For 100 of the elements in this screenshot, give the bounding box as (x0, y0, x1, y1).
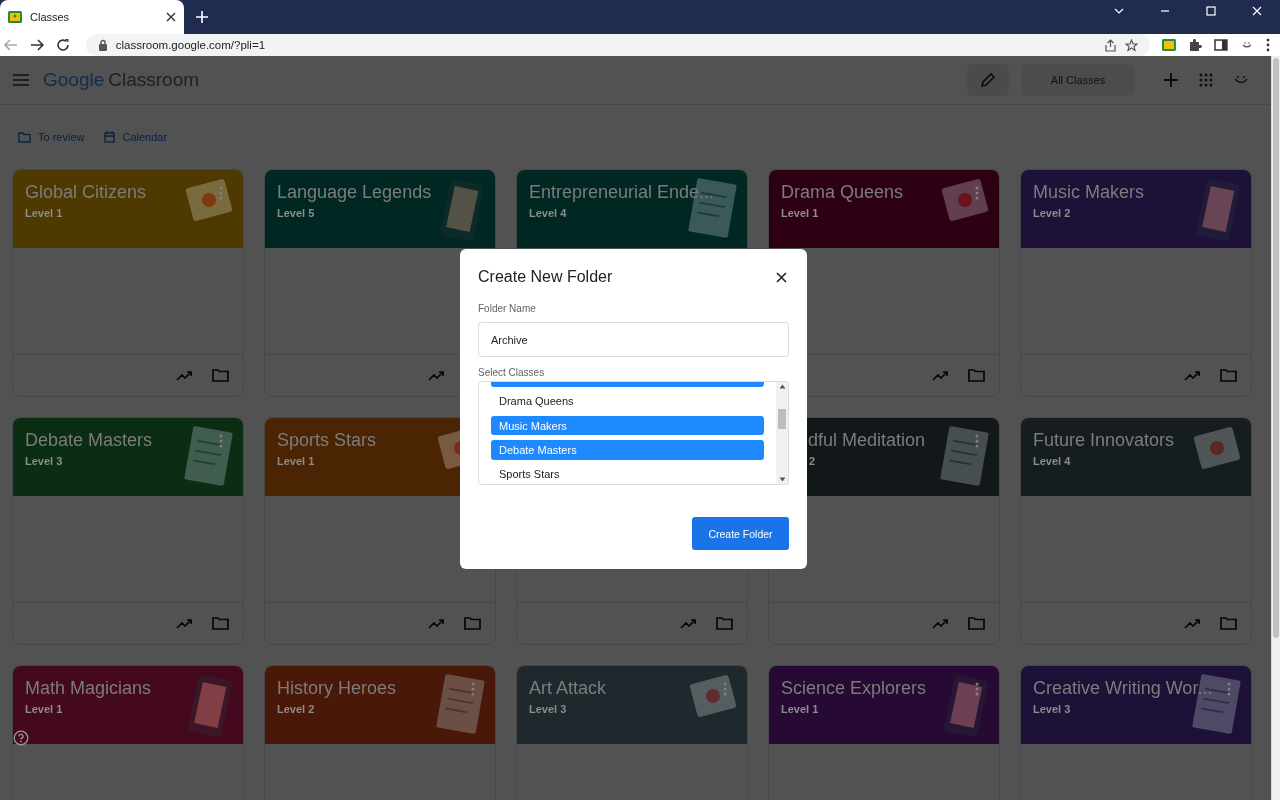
edit-button[interactable] (967, 64, 1009, 96)
lock-icon (97, 39, 108, 51)
folder-icon[interactable] (1220, 369, 1237, 382)
browser-tab[interactable]: Classes (0, 0, 184, 34)
folder-icon[interactable] (212, 369, 229, 382)
trending-up-icon[interactable] (176, 618, 192, 629)
page-scrollbar[interactable] (1271, 56, 1280, 800)
help-icon[interactable] (13, 730, 29, 746)
list-scrollbar[interactable] (776, 382, 788, 484)
card-header[interactable]: Music Makers Level 2 (1021, 170, 1251, 248)
new-tab-plus-icon[interactable] (196, 11, 208, 23)
folder-icon[interactable] (212, 617, 229, 630)
star-icon[interactable] (1125, 38, 1139, 52)
card-header[interactable]: Creative Writing Wor... Level 3 (1021, 666, 1251, 744)
class-option[interactable]: Drama Queens (491, 391, 764, 412)
card-header[interactable]: Future Innovators Level 4 (1021, 418, 1251, 496)
trending-up-icon[interactable] (428, 370, 444, 381)
class-title[interactable]: Debate Masters (25, 430, 153, 451)
class-title[interactable]: dful Meditation (808, 430, 926, 451)
close-icon[interactable] (776, 271, 787, 283)
trending-up-icon[interactable] (428, 618, 444, 629)
class-level: Level 3 (1033, 703, 1071, 715)
card-header[interactable]: Art Attack Level 3 (517, 666, 747, 744)
maximize-icon[interactable] (1205, 5, 1217, 17)
google-logo-text: Google (43, 69, 105, 91)
plus-icon[interactable] (1163, 72, 1179, 88)
puzzle-icon[interactable] (1188, 38, 1203, 52)
all-classes-button[interactable]: All Classes (1021, 64, 1135, 96)
pencil-icon (980, 72, 996, 88)
folder-name-field[interactable]: Archive (478, 322, 789, 357)
create-folder-button[interactable]: Create Folder (692, 517, 789, 550)
class-title[interactable]: Music Makers (1033, 182, 1144, 203)
sidebar-icon[interactable] (1214, 38, 1229, 52)
class-listbox[interactable]: Drama Queens Music Makers Debate Masters Sports Stars (478, 381, 789, 485)
more-vertical-icon[interactable] (1266, 38, 1270, 52)
class-title[interactable]: Sports Stars (277, 430, 377, 451)
share-icon[interactable] (1104, 38, 1118, 52)
trending-up-icon[interactable] (932, 618, 948, 629)
folder-icon[interactable] (1220, 617, 1237, 630)
card-header[interactable]: Entrepreneurial Ende... Level 4 (517, 170, 747, 248)
card-header[interactable]: Science Explorers Level 1 (769, 666, 999, 744)
folder-icon[interactable] (968, 369, 985, 382)
card-header[interactable]: Global Citizens Level 1 (13, 170, 243, 248)
trending-up-icon[interactable] (680, 618, 696, 629)
tab-title: Classes (30, 11, 71, 23)
class-title[interactable]: Science Explorers (781, 678, 927, 699)
trending-up-icon[interactable] (1184, 618, 1200, 629)
trending-up-icon[interactable] (932, 370, 948, 381)
address-bar[interactable]: classroom.google.com/?pli=1 (85, 34, 1151, 56)
card-header[interactable]: Drama Queens Level 1 (769, 170, 999, 248)
class-title[interactable]: Creative Writing Wor... (1033, 678, 1213, 699)
class-title[interactable]: Future Innovators (1033, 430, 1175, 451)
field-label: Select Classes (478, 367, 546, 378)
folder-icon[interactable] (716, 617, 733, 630)
class-level: Level 1 (25, 703, 63, 715)
class-title[interactable]: Math Magicians (25, 678, 152, 699)
class-option[interactable]: Debate Masters (491, 440, 764, 460)
class-title[interactable]: History Heroes (277, 678, 397, 699)
class-title[interactable]: Art Attack (529, 678, 607, 699)
card-header[interactable]: Language Legends Level 5 (265, 170, 495, 248)
card-header[interactable]: Debate Masters Level 3 (13, 418, 243, 496)
class-level: Level 1 (781, 703, 819, 715)
class-option[interactable]: Music Makers (491, 416, 764, 436)
class-title[interactable]: Entrepreneurial Ende... (529, 182, 715, 203)
class-level: Level 1 (25, 207, 63, 219)
class-title[interactable]: Global Citizens (25, 182, 147, 203)
class-level: Level 2 (1033, 207, 1071, 219)
calendar-icon (104, 131, 116, 143)
class-level: Level 2 (277, 703, 315, 715)
url-text: classroom.google.com/?pli=1 (115, 39, 266, 51)
class-level: Level 4 (529, 207, 567, 219)
scroll-down-icon[interactable] (778, 477, 786, 482)
class-level: 2 (809, 455, 816, 467)
card-header[interactable]: History Heroes Level 2 (265, 666, 495, 744)
forward-arrow-icon[interactable] (29, 38, 44, 52)
folder-check-icon (18, 131, 31, 143)
field-label: Folder Name (478, 303, 537, 314)
class-level: Level 3 (529, 703, 567, 715)
class-title[interactable]: Drama Queens (781, 182, 904, 203)
classroom-extension-icon[interactable] (1162, 38, 1177, 52)
class-title[interactable]: Language Legends (277, 182, 432, 203)
class-level: Level 5 (277, 207, 315, 219)
classroom-favicon-icon (8, 10, 22, 24)
folder-icon[interactable] (464, 617, 481, 630)
dialog-title: Create New Folder (478, 268, 613, 286)
card-header[interactable]: Math Magicians Level 1 (13, 666, 243, 744)
folder-icon[interactable] (968, 617, 985, 630)
close-icon[interactable] (166, 12, 176, 22)
trending-up-icon[interactable] (176, 370, 192, 381)
class-level: Level 1 (277, 455, 315, 467)
class-level: Level 1 (781, 207, 819, 219)
back-arrow-icon[interactable] (4, 38, 18, 52)
scroll-up-icon[interactable] (778, 384, 786, 389)
reload-icon[interactable] (55, 38, 70, 52)
apps-grid-icon[interactable] (1199, 73, 1213, 87)
class-level: Level 4 (1033, 455, 1071, 467)
scroll-thumb[interactable] (778, 409, 786, 429)
menu-icon[interactable] (13, 74, 29, 86)
class-level: Level 3 (25, 455, 63, 467)
trending-up-icon[interactable] (1184, 370, 1200, 381)
